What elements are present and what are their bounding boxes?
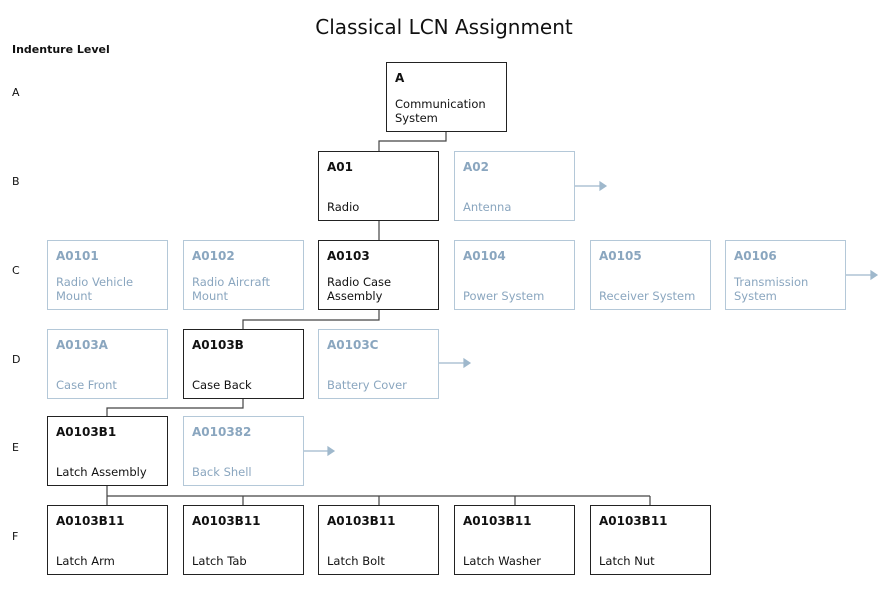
node-label: Back Shell: [192, 465, 252, 479]
connector-a0103b-to-a0103b1: [106, 398, 244, 416]
node-label: Latch Bolt: [327, 554, 385, 568]
node-code: A0103B11: [599, 514, 668, 528]
node-label: Radio Vehicle Mount: [56, 275, 134, 303]
connector-a-to-a01: [378, 131, 447, 151]
node-label: Radio: [327, 200, 360, 214]
node-latch-tab[interactable]: A0103B11 Latch Tab: [183, 505, 304, 575]
node-code: A0101: [56, 249, 99, 263]
node-code: A0104: [463, 249, 506, 263]
node-a02[interactable]: A02 Antenna: [454, 151, 575, 221]
node-code: A0103C: [327, 338, 379, 352]
node-code: A0103A: [56, 338, 108, 352]
node-code: A0103B1: [56, 425, 117, 439]
connector-a0103b1-to-level-f: [106, 486, 651, 505]
node-a[interactable]: A Communication System: [386, 62, 507, 132]
node-label: Radio Aircraft Mount: [192, 275, 270, 303]
expand-arrow-icon-a0103c: [439, 357, 472, 369]
node-label: Transmission System: [734, 275, 809, 303]
node-label: Radio Case Assembly: [327, 275, 392, 303]
node-a0101[interactable]: A0101 Radio Vehicle Mount: [47, 240, 168, 310]
node-label: Power System: [463, 289, 545, 303]
node-code: A01: [327, 160, 353, 174]
node-a0106[interactable]: A0106 Transmission System: [725, 240, 846, 310]
node-code: A0106: [734, 249, 777, 263]
node-latch-washer[interactable]: A0103B11 Latch Washer: [454, 505, 575, 575]
node-latch-nut[interactable]: A0103B11 Latch Nut: [590, 505, 711, 575]
node-a0102[interactable]: A0102 Radio Aircraft Mount: [183, 240, 304, 310]
node-a0104[interactable]: A0104 Power System: [454, 240, 575, 310]
node-a010382[interactable]: A010382 Back Shell: [183, 416, 304, 486]
node-code: A0103B11: [56, 514, 125, 528]
node-a0103b[interactable]: A0103B Case Back: [183, 329, 304, 399]
node-label: Latch Arm: [56, 554, 115, 568]
node-label: Latch Nut: [599, 554, 655, 568]
node-label: Antenna: [463, 200, 512, 214]
node-latch-arm[interactable]: A0103B11 Latch Arm: [47, 505, 168, 575]
node-code: A0103B11: [192, 514, 261, 528]
node-code: A0105: [599, 249, 642, 263]
node-a01[interactable]: A01 Radio: [318, 151, 439, 221]
node-label: Latch Washer: [463, 554, 541, 568]
node-label: Case Front: [56, 378, 117, 392]
node-code: A0103B: [192, 338, 244, 352]
node-latch-bolt[interactable]: A0103B11 Latch Bolt: [318, 505, 439, 575]
node-code: A010382: [192, 425, 252, 439]
node-a0105[interactable]: A0105 Receiver System: [590, 240, 711, 310]
node-a0103c[interactable]: A0103C Battery Cover: [318, 329, 439, 399]
node-label: Latch Tab: [192, 554, 247, 568]
node-a0103b1[interactable]: A0103B1 Latch Assembly: [47, 416, 168, 486]
expand-arrow-icon-a010382: [303, 445, 336, 457]
expand-arrow-icon-a0106: [846, 269, 879, 281]
node-code: A: [395, 71, 405, 85]
node-code: A0103B11: [327, 514, 396, 528]
expand-arrow-icon-a02: [575, 180, 608, 192]
connector-a0103-to-a0103b: [242, 310, 380, 329]
node-label: Latch Assembly: [56, 465, 147, 479]
node-a0103[interactable]: A0103 Radio Case Assembly: [318, 240, 439, 310]
node-code: A0103B11: [463, 514, 532, 528]
node-label: Battery Cover: [327, 378, 407, 392]
node-label: Receiver System: [599, 289, 696, 303]
node-code: A0103: [327, 249, 370, 263]
node-code: A0102: [192, 249, 235, 263]
node-code: A02: [463, 160, 489, 174]
node-label: Communication System: [395, 97, 486, 125]
node-a0103a[interactable]: A0103A Case Front: [47, 329, 168, 399]
node-label: Case Back: [192, 378, 252, 392]
